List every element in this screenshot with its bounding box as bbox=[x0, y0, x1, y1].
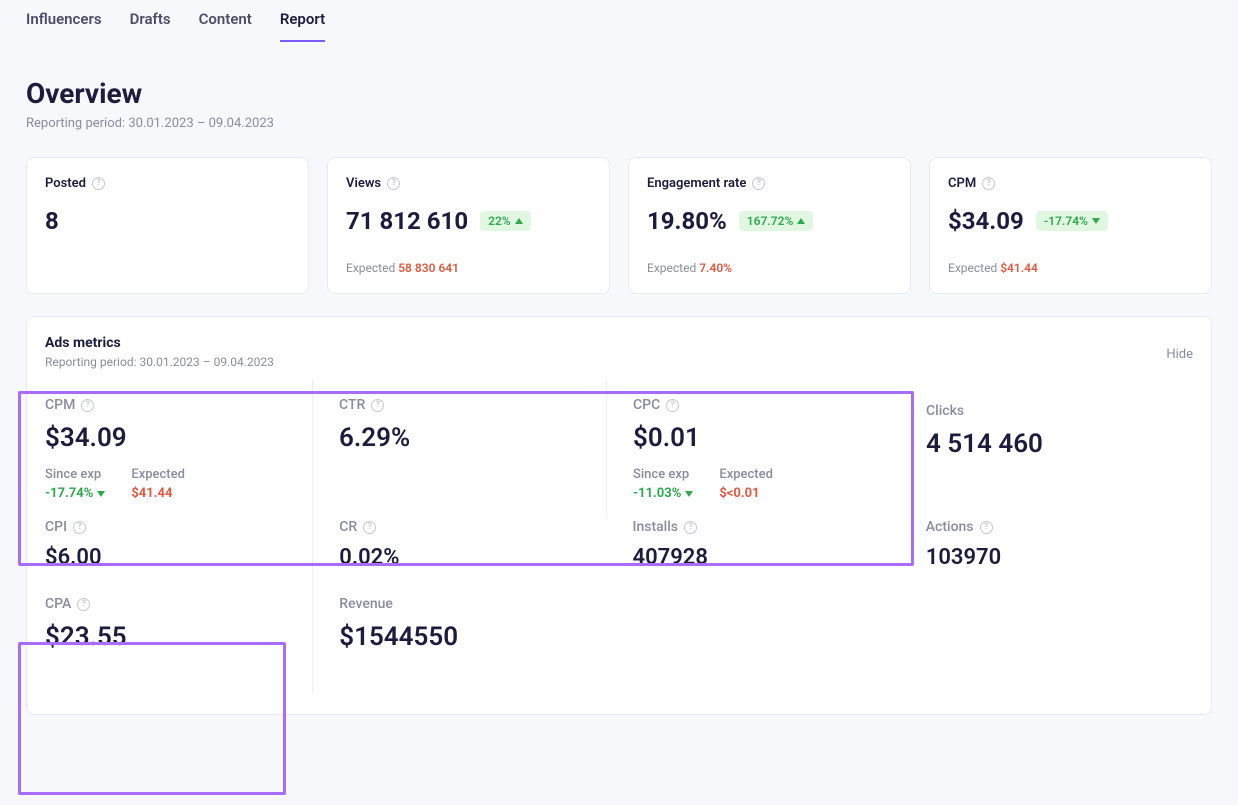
ads-metrics-panel: Ads metrics Reporting period: 30.01.2023… bbox=[26, 316, 1212, 715]
ads-clicks-cell: Clicks 4 514 460 bbox=[900, 379, 1193, 519]
help-icon[interactable]: ? bbox=[752, 177, 765, 190]
ads-cpc-cell: CPC ? $0.01 Since exp -11.03% bbox=[606, 379, 900, 519]
ads-clicks-value: 4 514 460 bbox=[926, 429, 1179, 459]
ads-cpc-since-label: Since exp bbox=[633, 467, 693, 482]
ads-actions-label: Actions bbox=[926, 519, 974, 535]
ads-cpm-cell: CPM ? $34.09 Since exp -17.74% bbox=[45, 379, 312, 519]
kpi-engagement-value: 19.80% bbox=[647, 207, 727, 235]
ads-installs-cell: Installs ? 407928 bbox=[607, 513, 900, 578]
ads-cpm-label: CPM bbox=[45, 397, 75, 413]
kpi-cpm-label: CPM bbox=[948, 176, 976, 191]
ads-title: Ads metrics bbox=[45, 335, 274, 351]
ads-empty-cell bbox=[900, 578, 1193, 692]
kpi-engagement-label: Engagement rate bbox=[647, 176, 746, 191]
arrow-up-icon bbox=[515, 218, 523, 224]
ads-cpm-since-value: -17.74% bbox=[45, 486, 105, 501]
ads-cpa-label: CPA bbox=[45, 596, 71, 612]
ads-installs-label: Installs bbox=[633, 519, 679, 535]
help-icon[interactable]: ? bbox=[92, 177, 105, 190]
ads-cpc-expected-value: $<0.01 bbox=[719, 486, 773, 501]
help-icon[interactable]: ? bbox=[980, 521, 993, 534]
ads-cr-value: 0.02% bbox=[339, 545, 592, 570]
ads-cpm-since-label: Since exp bbox=[45, 467, 105, 482]
kpi-posted-value: 8 bbox=[45, 207, 290, 235]
arrow-down-icon bbox=[1092, 218, 1100, 224]
ads-cpi-cell: CPI ? $6.00 bbox=[45, 513, 312, 578]
ads-installs-value: 407928 bbox=[633, 545, 886, 570]
arrow-down-icon bbox=[97, 491, 105, 497]
ads-cpi-label: CPI bbox=[45, 519, 67, 535]
tab-drafts[interactable]: Drafts bbox=[130, 10, 171, 42]
help-icon[interactable]: ? bbox=[81, 399, 94, 412]
ads-row-2: CPI ? $6.00 CR ? 0.02% Installs ? bbox=[45, 513, 1193, 578]
help-icon[interactable]: ? bbox=[363, 521, 376, 534]
help-icon[interactable]: ? bbox=[684, 521, 697, 534]
kpi-card-posted: Posted ? 8 bbox=[26, 157, 309, 294]
ads-cpa-cell: CPA ? $23.55 bbox=[45, 578, 312, 692]
kpi-row: Posted ? 8 Views ? 71 812 610 22% Expect… bbox=[26, 157, 1212, 294]
ads-actions-value: 103970 bbox=[926, 545, 1179, 570]
ads-revenue-cell: Revenue $1544550 bbox=[312, 578, 606, 692]
kpi-cpm-expected: Expected $41.44 bbox=[948, 261, 1193, 275]
arrow-down-icon bbox=[685, 491, 693, 497]
help-icon[interactable]: ? bbox=[982, 177, 995, 190]
kpi-views-label: Views bbox=[346, 176, 381, 191]
hide-toggle[interactable]: Hide bbox=[1166, 347, 1193, 362]
ads-clicks-label: Clicks bbox=[926, 403, 964, 419]
kpi-card-engagement: Engagement rate ? 19.80% 167.72% Expecte… bbox=[628, 157, 911, 294]
ads-actions-cell: Actions ? 103970 bbox=[900, 513, 1193, 578]
tab-report[interactable]: Report bbox=[280, 10, 325, 42]
ads-ctr-value: 6.29% bbox=[339, 423, 592, 453]
ads-empty-cell bbox=[607, 578, 900, 692]
ads-cpa-value: $23.55 bbox=[45, 622, 298, 652]
ads-row-1: CPM ? $34.09 Since exp -17.74% bbox=[45, 379, 1193, 519]
ads-cpc-value: $0.01 bbox=[633, 423, 886, 453]
kpi-cpm-delta: -17.74% bbox=[1036, 211, 1108, 231]
kpi-views-delta: 22% bbox=[480, 211, 531, 231]
ads-cpi-value: $6.00 bbox=[45, 545, 298, 570]
help-icon[interactable]: ? bbox=[73, 521, 86, 534]
help-icon[interactable]: ? bbox=[77, 598, 90, 611]
tab-content[interactable]: Content bbox=[199, 10, 252, 42]
ads-revenue-label: Revenue bbox=[339, 596, 393, 612]
ads-cr-cell: CR ? 0.02% bbox=[312, 513, 606, 578]
ads-period: Reporting period: 30.01.2023 – 09.04.202… bbox=[45, 355, 274, 369]
help-icon[interactable]: ? bbox=[371, 399, 384, 412]
ads-cpm-expected-label: Expected bbox=[131, 467, 185, 482]
kpi-views-expected: Expected 58 830 641 bbox=[346, 261, 591, 275]
kpi-card-views: Views ? 71 812 610 22% Expected 58 830 6… bbox=[327, 157, 610, 294]
page-title: Overview bbox=[26, 77, 1212, 110]
kpi-engagement-delta: 167.72% bbox=[739, 211, 814, 231]
help-icon[interactable]: ? bbox=[387, 177, 400, 190]
ads-cpm-expected-value: $41.44 bbox=[131, 486, 185, 501]
ads-ctr-label: CTR bbox=[339, 397, 365, 413]
ads-row-3: CPA ? $23.55 Revenue $1544550 bbox=[45, 578, 1193, 692]
ads-grid: CPM ? $34.09 Since exp -17.74% bbox=[45, 379, 1193, 692]
kpi-views-value: 71 812 610 bbox=[346, 207, 468, 235]
kpi-posted-label: Posted bbox=[45, 176, 86, 191]
ads-cr-label: CR bbox=[339, 519, 357, 535]
kpi-cpm-value: $34.09 bbox=[948, 207, 1024, 235]
arrow-up-icon bbox=[797, 218, 805, 224]
ads-cpc-since-value: -11.03% bbox=[633, 486, 693, 501]
ads-cpm-value: $34.09 bbox=[45, 423, 298, 453]
tab-influencers[interactable]: Influencers bbox=[26, 10, 102, 42]
ads-cpc-label: CPC bbox=[633, 397, 660, 413]
ads-ctr-cell: CTR ? 6.29% bbox=[312, 379, 606, 519]
tabs-nav: Influencers Drafts Content Report bbox=[26, 0, 1212, 43]
kpi-engagement-expected: Expected 7.40% bbox=[647, 261, 892, 275]
page-subtitle-period: Reporting period: 30.01.2023 – 09.04.202… bbox=[26, 116, 1212, 131]
ads-cpc-expected-label: Expected bbox=[719, 467, 773, 482]
ads-revenue-value: $1544550 bbox=[339, 622, 592, 652]
help-icon[interactable]: ? bbox=[666, 399, 679, 412]
kpi-card-cpm: CPM ? $34.09 -17.74% Expected $41.44 bbox=[929, 157, 1212, 294]
